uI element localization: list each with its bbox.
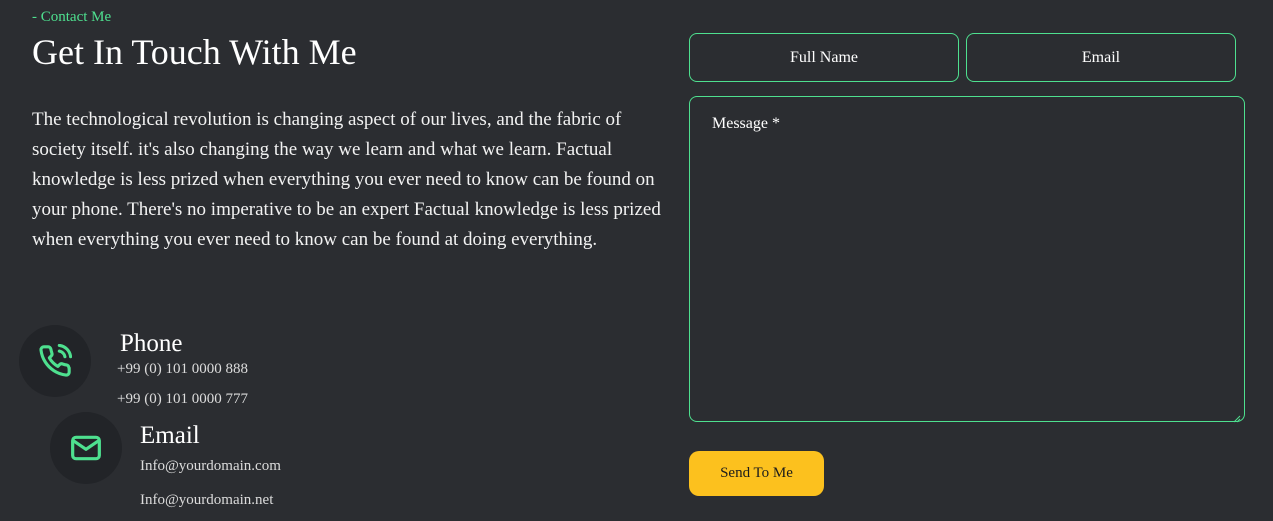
phone-call-icon <box>38 344 72 378</box>
email-address-primary: Info@yourdomain.com <box>140 458 281 474</box>
section-title: Get In Touch With Me <box>32 32 357 72</box>
envelope-icon <box>70 434 102 462</box>
email-address-secondary: Info@yourdomain.net <box>140 492 274 508</box>
email-icon-circle <box>50 412 122 484</box>
email-input[interactable] <box>966 33 1236 82</box>
phone-icon-circle <box>19 325 91 397</box>
phone-number-secondary: +99 (0) 101 0000 777 <box>117 391 248 407</box>
section-description: The technological revolution is changing… <box>32 109 661 250</box>
send-button[interactable]: Send To Me <box>689 451 824 496</box>
full-name-input[interactable] <box>689 33 959 82</box>
message-textarea[interactable] <box>689 96 1245 422</box>
phone-number-primary: +99 (0) 101 0000 888 <box>117 361 248 377</box>
email-title: Email <box>140 422 200 449</box>
phone-title: Phone <box>120 330 183 357</box>
section-eyebrow: - Contact Me <box>32 9 112 25</box>
